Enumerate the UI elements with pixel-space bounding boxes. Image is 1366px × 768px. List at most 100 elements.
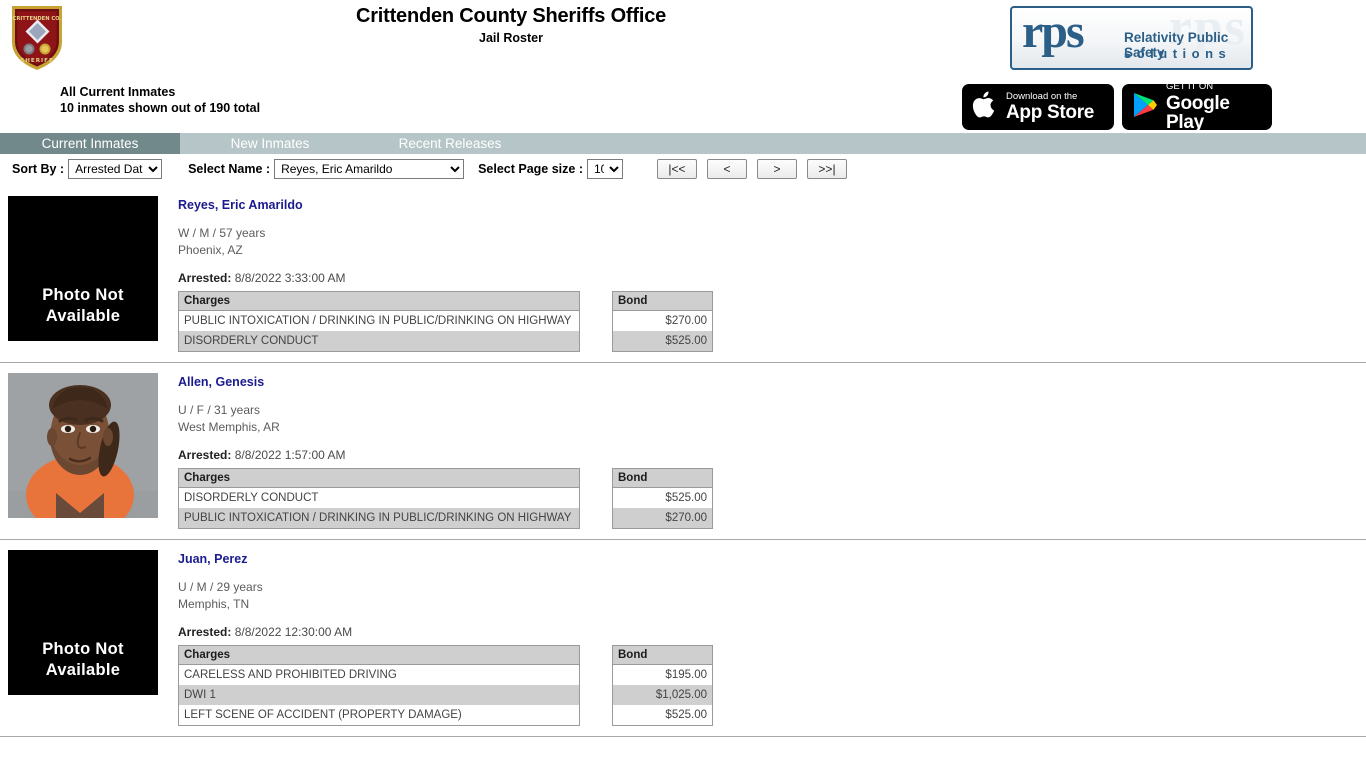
- charges-column-header: Charges: [178, 468, 580, 488]
- last-page-button[interactable]: >>|: [807, 159, 847, 179]
- charge-row: CARELESS AND PROHIBITED DRIVING: [178, 664, 580, 685]
- google-play-icon: [1132, 91, 1158, 124]
- charges-table: Charges DISORDERLY CONDUCT PUBLIC INTOXICA…: [178, 468, 580, 529]
- bond-row: $525.00: [612, 487, 713, 508]
- inmate-demographics: U / F / 31 years West Memphis, AR: [178, 402, 1366, 436]
- charge-row: PUBLIC INTOXICATION / DRINKING IN PUBLIC…: [178, 508, 580, 529]
- inmate-race-sex-age: U / M / 29 years: [178, 580, 263, 594]
- inmate-race-sex-age: U / F / 31 years: [178, 403, 261, 417]
- charge-description: PUBLIC INTOXICATION / DRINKING IN PUBLIC…: [178, 508, 580, 529]
- inmate-name-link[interactable]: Allen, Genesis: [178, 374, 264, 390]
- summary-line-2: 10 inmates shown out of 190 total: [60, 101, 261, 115]
- charge-row: LEFT SCENE OF ACCIDENT (PROPERTY DAMAGE): [178, 705, 580, 726]
- photo-not-available-placeholder[interactable]: Photo Not Available: [8, 196, 158, 341]
- inmate-roster-list: Photo Not Available Reyes, Eric Amarildo W …: [0, 186, 1366, 737]
- google-play-big-label: Google Play: [1166, 92, 1230, 133]
- inmate-name-link[interactable]: Juan, Perez: [178, 551, 247, 567]
- bond-amount: $525.00: [612, 487, 713, 508]
- bond-row: $1,025.00: [612, 685, 713, 705]
- select-name-select[interactable]: Reyes, Eric Amarildo: [274, 159, 465, 179]
- first-page-button[interactable]: |<<: [657, 159, 697, 179]
- page-header: CRITTENDEN CO. SHERIFF Crittenden County…: [0, 0, 1366, 133]
- inmate-demographics: W / M / 57 years Phoenix, AZ: [178, 225, 1366, 259]
- google-play-button[interactable]: GET IT ON Google Play: [1122, 81, 1272, 133]
- bond-row: $270.00: [612, 310, 713, 331]
- inmate-city-state: Phoenix, AZ: [178, 243, 243, 257]
- arrested-datetime: 8/8/2022 12:30:00 AM: [234, 625, 353, 639]
- tab-bar: Current Inmates New Inmates Recent Relea…: [0, 133, 1366, 154]
- charge-row: DISORDERLY CONDUCT: [178, 487, 580, 508]
- bond-table: Bond $270.00 $525.00: [612, 291, 713, 352]
- bond-amount: $270.00: [612, 310, 713, 331]
- inmate-record: Photo Not Available Reyes, Eric Amarildo W …: [0, 186, 1366, 363]
- charge-description: PUBLIC INTOXICATION / DRINKING IN PUBLIC…: [178, 310, 580, 331]
- charge-row: DISORDERLY CONDUCT: [178, 331, 580, 352]
- tab-current-inmates[interactable]: Current Inmates: [0, 133, 180, 154]
- rps-tagline-line2: solutions: [1124, 46, 1232, 61]
- page-title: Crittenden County Sheriffs Office: [355, 5, 667, 27]
- pagination-controls: |<< < > >>|: [657, 159, 847, 179]
- bond-row: $195.00: [612, 664, 713, 685]
- bond-column-header: Bond: [612, 291, 713, 311]
- arrested-label: Arrested:: [178, 271, 232, 285]
- bond-amount: $1,025.00: [612, 685, 713, 705]
- summary-line-1: All Current Inmates: [60, 85, 176, 99]
- apple-icon: [972, 90, 998, 125]
- inmate-record: Photo Not Available Juan, Perez U / M / 29 …: [0, 540, 1366, 737]
- bond-amount: $270.00: [612, 508, 713, 529]
- charge-description: DWI 1: [178, 685, 580, 705]
- sort-by-select[interactable]: Arrested Date: [68, 159, 163, 179]
- inmate-mugshot[interactable]: [8, 373, 158, 518]
- arrested-datetime: 8/8/2022 3:33:00 AM: [234, 271, 346, 285]
- photo-not-available-placeholder[interactable]: Photo Not Available: [8, 550, 158, 695]
- photo-not-available-text: Photo Not Available: [42, 640, 124, 679]
- charge-description: CARELESS AND PROHIBITED DRIVING: [178, 664, 580, 685]
- inmate-record: Allen, Genesis U / F / 31 years West Memph…: [0, 363, 1366, 540]
- inmate-details: Juan, Perez U / M / 29 years Memphis, TN Ar…: [178, 550, 1366, 726]
- prev-page-button[interactable]: <: [707, 159, 747, 179]
- arrested-label: Arrested:: [178, 448, 232, 462]
- bond-row: $525.00: [612, 705, 713, 726]
- title-block: Crittenden County Sheriffs Office Jail R…: [0, 4, 1022, 46]
- bond-amount: $525.00: [612, 331, 713, 352]
- inmate-details: Reyes, Eric Amarildo W / M / 57 years Phoe…: [178, 196, 1366, 352]
- charges-table: Charges PUBLIC INTOXICATION / DRINKING IN…: [178, 291, 580, 352]
- app-store-button[interactable]: Download on the App Store: [962, 84, 1114, 130]
- bond-column-header: Bond: [612, 645, 713, 665]
- inmate-demographics: U / M / 29 years Memphis, TN: [178, 579, 1366, 613]
- inmate-city-state: West Memphis, AR: [178, 420, 280, 434]
- rps-wordmark: rps: [1022, 6, 1085, 58]
- google-play-small-label: GET IT ON: [1166, 81, 1214, 93]
- tab-recent-releases[interactable]: Recent Releases: [360, 133, 540, 154]
- sort-by-label: Sort By :: [12, 162, 65, 176]
- charges-bond-tables: Charges PUBLIC INTOXICATION / DRINKING IN…: [178, 291, 1366, 352]
- charge-row: DWI 1: [178, 685, 580, 705]
- next-page-button[interactable]: >: [757, 159, 797, 179]
- bond-amount: $195.00: [612, 664, 713, 685]
- inmate-race-sex-age: W / M / 57 years: [178, 226, 266, 240]
- photo-not-available-text: Photo Not Available: [42, 286, 124, 325]
- select-name-label: Select Name :: [188, 162, 271, 176]
- bond-table: Bond $525.00 $270.00: [612, 468, 713, 529]
- charge-description: DISORDERLY CONDUCT: [178, 331, 580, 352]
- inmate-city-state: Memphis, TN: [178, 597, 250, 611]
- svg-text:SHERIFF: SHERIFF: [20, 58, 54, 64]
- charges-column-header: Charges: [178, 291, 580, 311]
- inmate-arrested-line: Arrested: 8/8/2022 3:33:00 AM: [178, 270, 1366, 286]
- inmate-name-link[interactable]: Reyes, Eric Amarildo: [178, 197, 303, 213]
- page-size-select[interactable]: 10: [587, 159, 623, 179]
- charge-row: PUBLIC INTOXICATION / DRINKING IN PUBLIC…: [178, 310, 580, 331]
- charges-bond-tables: Charges CARELESS AND PROHIBITED DRIVING DW…: [178, 645, 1366, 726]
- tab-new-inmates[interactable]: New Inmates: [180, 133, 360, 154]
- inmate-arrested-line: Arrested: 8/8/2022 12:30:00 AM: [178, 624, 1366, 640]
- inmate-details: Allen, Genesis U / F / 31 years West Memph…: [178, 373, 1366, 529]
- arrested-label: Arrested:: [178, 625, 232, 639]
- roster-summary: All Current Inmates 10 inmates shown out…: [60, 84, 260, 116]
- filter-toolbar: Sort By : Arrested Date Select Name : Re…: [0, 158, 1366, 180]
- bond-column-header: Bond: [612, 468, 713, 488]
- page-size-label: Select Page size :: [478, 162, 583, 176]
- bond-amount: $525.00: [612, 705, 713, 726]
- bond-row: $270.00: [612, 508, 713, 529]
- charges-bond-tables: Charges DISORDERLY CONDUCT PUBLIC INTOXICA…: [178, 468, 1366, 529]
- store-badges: Download on the App Store GET IT ON Goog…: [962, 81, 1272, 133]
